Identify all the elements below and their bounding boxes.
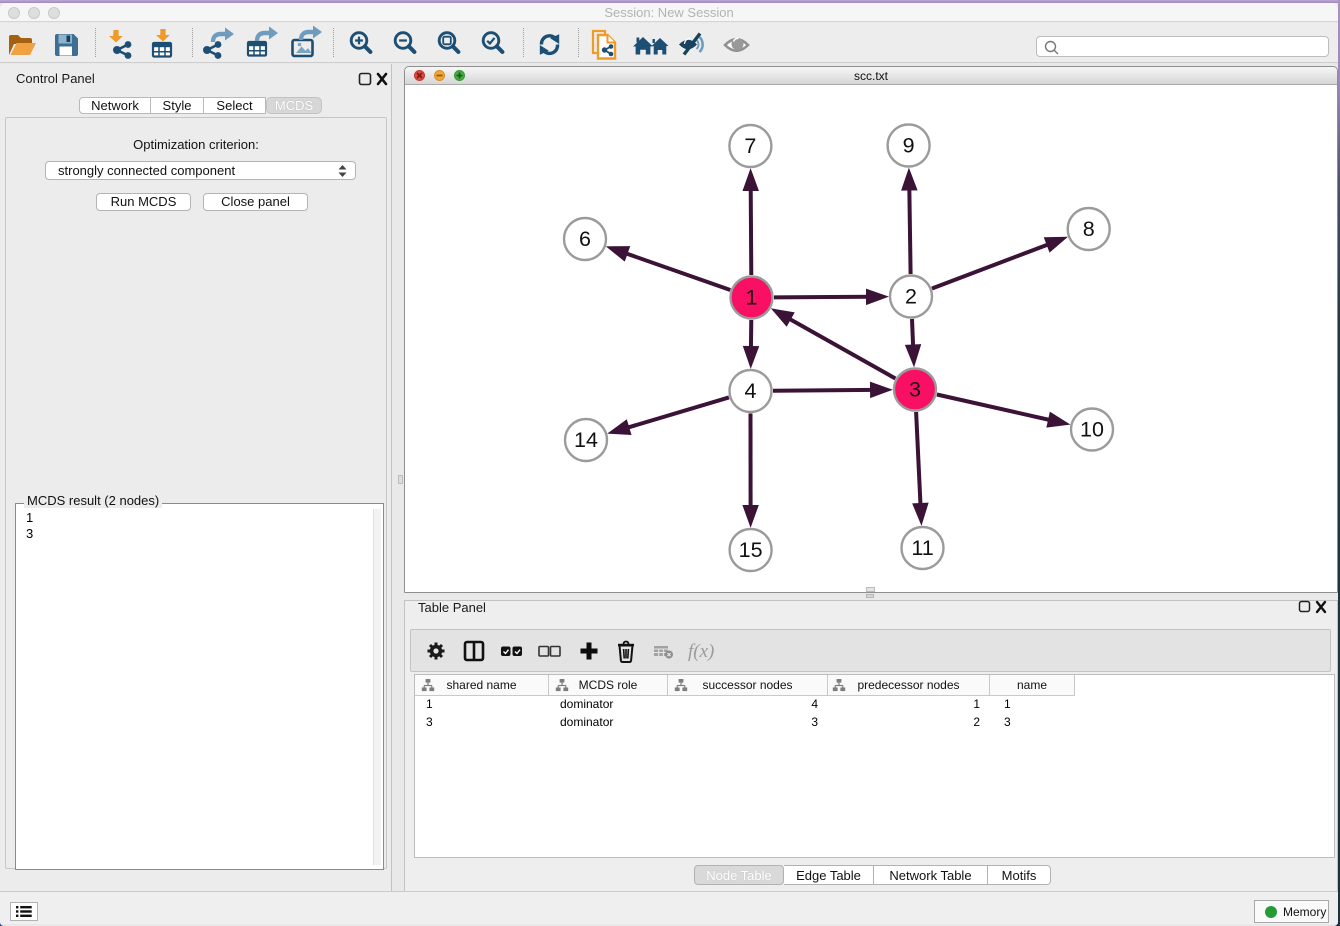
svg-text:3: 3 — [909, 378, 921, 402]
svg-text:1: 1 — [746, 286, 758, 310]
svg-text:2: 2 — [905, 285, 917, 309]
svg-text:8: 8 — [1083, 217, 1095, 241]
svg-text:7: 7 — [744, 134, 756, 158]
svg-text:11: 11 — [911, 536, 933, 560]
svg-text:6: 6 — [579, 227, 591, 251]
svg-text:14: 14 — [574, 428, 598, 452]
svg-text:15: 15 — [739, 538, 763, 562]
svg-text:f(x): f(x) — [688, 641, 714, 662]
svg-text:4: 4 — [745, 379, 757, 403]
svg-text:10: 10 — [1080, 418, 1104, 442]
svg-text:9: 9 — [903, 134, 915, 158]
